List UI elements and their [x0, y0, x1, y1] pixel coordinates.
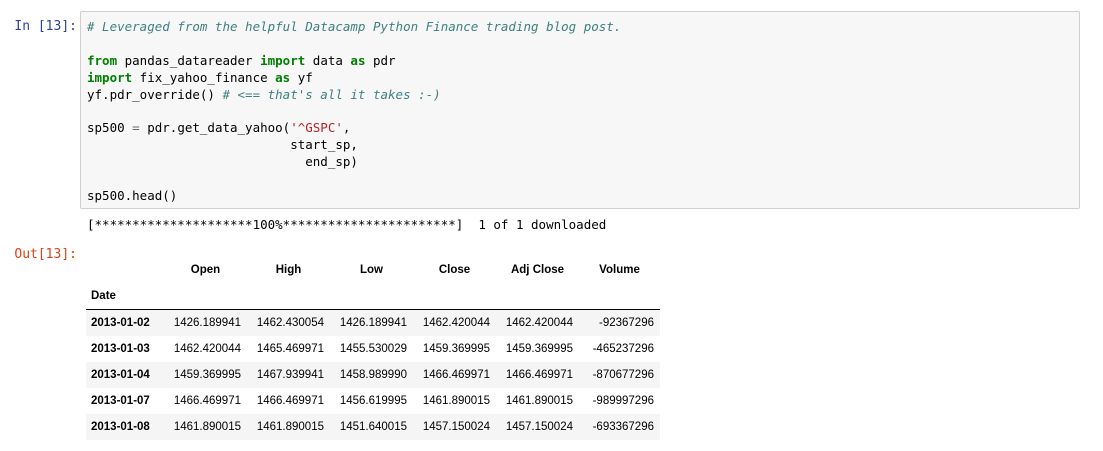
table-row: 2013-01-08 1461.890015 1461.890015 1451.…: [86, 414, 660, 440]
table-row: 2013-01-07 1466.469971 1466.469971 1456.…: [86, 388, 660, 414]
index-name-row: Date: [86, 283, 660, 310]
code-line: sp500 = pdr.get_data_yahoo('^GSPC',: [87, 120, 350, 135]
code-line: sp500.head(): [87, 188, 177, 203]
column-header: Volume: [599, 264, 640, 276]
table-cell: 1461.890015: [256, 421, 324, 433]
output-prompt: Out[13]:: [14, 247, 77, 262]
table-cell: 1465.469971: [256, 343, 324, 355]
table-cell: 1457.150024: [505, 421, 573, 433]
code-token: sp500.head(): [87, 188, 178, 204]
code-token: pdr: [365, 52, 396, 68]
table-cell: 1459.369995: [173, 369, 241, 381]
code-line: start_sp,: [87, 137, 358, 152]
code-token: # <== that's all it takes :-): [222, 86, 441, 102]
code-line: # Leveraged from the helpful Datacamp Py…: [87, 19, 621, 34]
table-cell: 1461.890015: [422, 395, 490, 407]
column-header: Adj Close: [510, 264, 565, 276]
code-line: yf.pdr_override() # <== that's all it ta…: [87, 87, 441, 102]
table-cell: 1466.469971: [256, 395, 324, 407]
code-line: import fix_yahoo_finance as yf: [87, 70, 313, 85]
code-block[interactable]: # Leveraged from the helpful Datacamp Py…: [87, 19, 1079, 205]
code-token: start_sp,: [87, 137, 358, 153]
code-token: '^GSPC': [290, 120, 343, 136]
table-cell: 1466.469971: [422, 369, 490, 381]
table-cell: 1455.530029: [339, 343, 407, 355]
code-token: ,: [342, 120, 351, 136]
row-index: 2013-01-02: [91, 317, 150, 329]
table-cell: -870677296: [592, 369, 654, 381]
code-token: pandas_datareader: [117, 52, 261, 68]
code-token: as: [275, 69, 291, 85]
dataframe-table: Open High Low Close Adj Close Volume Dat…: [86, 257, 660, 440]
table-cell: 1451.640015: [339, 421, 407, 433]
code-line: end_sp): [87, 154, 358, 169]
table-cell: -693367296: [592, 421, 654, 433]
table-cell: 1467.939941: [256, 369, 324, 381]
table-cell: 1462.430054: [256, 317, 324, 329]
table-cell: 1459.369995: [422, 343, 490, 355]
code-token: end_sp): [87, 154, 358, 170]
table-cell: 1458.989990: [339, 369, 407, 381]
table-cell: 1426.189941: [173, 317, 241, 329]
table-cell: -989997296: [592, 395, 654, 407]
row-index: 2013-01-03: [91, 343, 150, 355]
code-token: yf: [290, 69, 313, 85]
code-token: fix_yahoo_finance: [132, 69, 276, 85]
table-cell: 1459.369995: [505, 343, 573, 355]
code-token: pdr.get_data_yahoo(: [139, 120, 291, 136]
code-token: from: [87, 52, 118, 68]
table-cell: 1462.420044: [422, 317, 490, 329]
column-header: Close: [438, 264, 471, 276]
code-token: import: [260, 52, 306, 68]
code-cell-input[interactable]: # Leveraged from the helpful Datacamp Py…: [80, 11, 1080, 209]
table-cell: 1457.150024: [422, 421, 490, 433]
table-cell: -465237296: [592, 343, 654, 355]
index-name: Date: [91, 290, 116, 302]
table-cell: 1461.890015: [505, 395, 573, 407]
column-header: Low: [360, 264, 383, 276]
table-cell: 1462.420044: [173, 343, 241, 355]
input-prompt: In [13]:: [14, 19, 77, 34]
code-token: import: [87, 69, 133, 85]
table-cell: 1462.420044: [505, 317, 573, 329]
column-header: Open: [190, 264, 221, 276]
table-cell: 1461.890015: [173, 421, 241, 433]
table-cell: 1466.469971: [173, 395, 241, 407]
code-token: # Leveraged from the helpful Datacamp Py…: [87, 19, 622, 34]
table-cell: 1456.619995: [339, 395, 407, 407]
code-token: yf.pdr_override(): [87, 86, 223, 102]
row-index: 2013-01-07: [91, 395, 150, 407]
column-header-row: Open High Low Close Adj Close Volume: [86, 257, 660, 283]
table-row: 2013-01-03 1462.420044 1465.469971 1455.…: [86, 336, 660, 362]
row-index: 2013-01-08: [91, 421, 150, 433]
table-cell: 1426.189941: [339, 317, 407, 329]
code-token: data: [305, 52, 351, 68]
table-cell: 1466.469971: [505, 369, 573, 381]
code-token: sp500: [87, 120, 133, 136]
table-row: 2013-01-04 1459.369995 1467.939941 1458.…: [86, 362, 660, 388]
code-line: from pandas_datareader import data as pd…: [87, 53, 396, 68]
code-token: as: [350, 52, 366, 68]
row-index: 2013-01-04: [91, 369, 150, 381]
table-row: 2013-01-02 1426.189941 1462.430054 1426.…: [86, 309, 660, 336]
code-token: =: [132, 120, 140, 136]
column-header: High: [275, 264, 302, 276]
table-cell: -92367296: [599, 317, 654, 329]
index-header-blank: [86, 257, 164, 283]
download-progress-output: [*********************100%**************…: [87, 217, 607, 232]
